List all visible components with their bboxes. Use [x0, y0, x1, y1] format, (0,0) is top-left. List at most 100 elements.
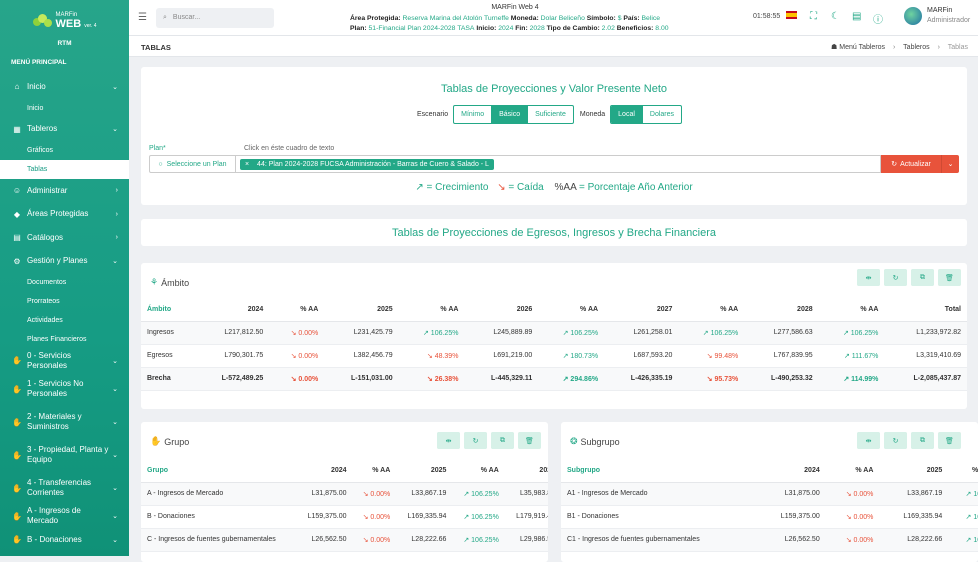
table-row[interactable]: C1 - Ingresos de fuentes gubernamentales… — [561, 528, 978, 552]
help-icon[interactable]: ⓘ — [873, 11, 883, 26]
expand-button[interactable]: ⇹ — [437, 432, 460, 449]
moneda-option-dolares[interactable]: Dolares — [643, 106, 681, 123]
table-row[interactable]: Ingresos L217,812.50 ↘ 0.00% L231,425.79 ↗ 1… — [141, 321, 967, 345]
table-row[interactable]: C - Ingresos de fuentes gubernamentales L… — [141, 528, 548, 552]
plan-tag[interactable]: × 44: Plan 2024-2028 FUCSA Administració… — [240, 158, 494, 170]
column-header[interactable]: 2028 — [744, 299, 819, 322]
sidebar-item-catalogos[interactable]: ▤ Catálogos › — [0, 226, 129, 250]
column-header[interactable]: % AA — [269, 299, 325, 322]
fullscreen-icon[interactable]: ⛶ — [810, 11, 817, 22]
table-cell: ↗ 106.25% — [452, 482, 505, 506]
update-button[interactable]: ↻ Actualizar — [881, 155, 941, 173]
trend-down-icon: ↘ — [426, 375, 435, 383]
sidebar-item-1-servicios-no-personales[interactable]: ✋ 1 - Servicios No Personales ⌄ — [0, 373, 129, 406]
select-plan-button[interactable]: ○ Seleccione un Plan — [149, 155, 236, 173]
refresh-button[interactable]: ↻ — [884, 269, 907, 286]
copy-button[interactable]: ⧉ — [911, 432, 934, 449]
trash-button[interactable]: 🗑 — [518, 432, 541, 449]
column-header[interactable]: 2026 — [504, 460, 548, 483]
sidebar-item-areas-protegidas[interactable]: ◆ Áreas Protegidas › — [0, 203, 129, 227]
column-header[interactable]: 2024 — [296, 460, 353, 483]
sidebar-item-tableros[interactable]: ▦ Tableros ⌄ — [0, 118, 129, 142]
refresh-button[interactable]: ↻ — [884, 432, 907, 449]
escenario-option-basico[interactable]: Básico — [492, 106, 529, 123]
column-header[interactable]: Grupo — [141, 460, 297, 483]
sidebar-item-4-transferencias-corrientes[interactable]: ✋ 4 - Transferencias Corrientes ⌄ — [0, 472, 129, 505]
sidebar-item-inicio[interactable]: Inicio — [0, 99, 129, 118]
trash-button[interactable]: 🗑 — [938, 432, 961, 449]
pct-value: 106.25% — [710, 329, 739, 337]
column-header[interactable]: 2024 — [756, 460, 826, 483]
hamburger-menu-icon[interactable]: ☰ — [138, 12, 148, 23]
column-header[interactable]: 2025 — [396, 460, 453, 483]
escenario-option-suficiente[interactable]: Suficiente — [528, 106, 573, 123]
column-header[interactable]: 2026 — [464, 299, 539, 322]
sidebar-item-inicio[interactable]: ⌂ Inicio ⌄ — [0, 75, 129, 99]
table-row[interactable]: B1 - Donaciones L159,375.00 ↘ 0.00% L169,33… — [561, 505, 978, 529]
column-header[interactable]: Subgrupo — [561, 460, 757, 483]
column-header[interactable]: Total — [884, 299, 967, 322]
hand-coin-icon: ✋ — [12, 450, 22, 460]
column-header[interactable]: % AA — [678, 299, 745, 322]
column-header[interactable]: 2025 — [879, 460, 949, 483]
projections-title: Tablas de Proyecciones y Valor Presente … — [440, 83, 668, 95]
plan-input[interactable]: × 44: Plan 2024-2028 FUCSA Administració… — [236, 155, 881, 173]
sidebar-item-documentos[interactable]: Documentos — [0, 273, 129, 292]
column-header[interactable]: % AA — [818, 299, 885, 322]
column-header[interactable]: % AA — [352, 460, 397, 483]
sidebar-item-2-materiales-y-suministros[interactable]: ✋ 2 - Materiales y Suministros ⌄ — [0, 406, 129, 439]
document-icon[interactable]: ▤ — [852, 11, 861, 22]
column-header[interactable]: 2024 — [194, 299, 270, 322]
update-dropdown-button[interactable]: ⌄ — [941, 155, 959, 173]
expand-button[interactable]: ⇹ — [857, 432, 880, 449]
sidebar-item-tablas[interactable]: Tablas — [0, 160, 129, 179]
expand-button[interactable]: ⇹ — [857, 269, 880, 286]
moneda-label: Moneda — [579, 111, 606, 118]
moneda-option-local[interactable]: Local — [611, 106, 643, 123]
search-input[interactable]: ⌕ Buscar... — [156, 7, 274, 28]
column-header[interactable]: % A — [948, 460, 978, 483]
table-row[interactable]: A - Ingresos de Mercado L31,875.00 ↘ 0.00%… — [141, 482, 548, 506]
user-menu[interactable]: MARFin Administrador — [904, 6, 970, 26]
refresh-button[interactable]: ↻ — [464, 432, 487, 449]
trend-up-icon: ↗ — [463, 536, 472, 544]
table-row[interactable]: A1 - Ingresos de Mercado L31,875.00 ↘ 0.00… — [561, 482, 978, 506]
moon-icon[interactable]: ☾ — [831, 11, 840, 22]
table-row[interactable]: Brecha L-572,489.25 ↘ 0.00% L-151,031.00 ↘ 2… — [141, 367, 967, 391]
sidebar-item-b-donaciones[interactable]: ✋ B - Donaciones ⌄ — [0, 528, 129, 552]
sidebar-item-3-propiedad-planta-y-equipo[interactable]: ✋ 3 - Propiedad, Planta y Equipo ⌄ — [0, 439, 129, 472]
table-cell: Egresos — [141, 344, 195, 368]
escenario-option-minimo[interactable]: Mínimo — [454, 106, 493, 123]
trend-up-icon: ↗ — [842, 329, 851, 337]
sidebar-item-a-ingresos-de-mercado[interactable]: ✋ A - Ingresos de Mercado ⌄ — [0, 505, 129, 529]
spain-flag-icon[interactable] — [786, 11, 797, 21]
sidebar-item-graficos[interactable]: Gráficos — [0, 141, 129, 160]
sidebar-item-0-servicios-personales[interactable]: ✋ 0 - Servicios Personales ⌄ — [0, 349, 129, 373]
sidebar-item-prorrateos[interactable]: Prorrateos — [0, 292, 129, 311]
copy-button[interactable]: ⧉ — [911, 269, 934, 286]
column-header[interactable]: 2025 — [324, 299, 399, 322]
breadcrumb-home[interactable]: Menú Tableros — [839, 44, 885, 51]
remove-tag-icon[interactable]: × — [245, 161, 249, 168]
app-logo[interactable]: MARFin WEB ver. 4 — [0, 0, 129, 36]
column-header[interactable]: Ámbito — [141, 299, 195, 322]
table-row[interactable]: Egresos L790,301.75 ↘ 0.00% L382,456.79 ↘ 48… — [141, 344, 967, 368]
breadcrumb-tableros[interactable]: Tableros — [903, 44, 929, 51]
sidebar-item-planes-financieros[interactable]: Planes Financieros — [0, 330, 129, 349]
search-icon: ⌕ — [163, 13, 167, 21]
sidebar-item-gestion-y-planes[interactable]: ⚙ Gestión y Planes ⌄ — [0, 250, 129, 274]
page-title: TABLAS — [141, 43, 171, 52]
column-header[interactable]: % AA — [452, 460, 505, 483]
copy-button[interactable]: ⧉ — [491, 432, 514, 449]
trash-button[interactable]: 🗑 — [938, 269, 961, 286]
column-header[interactable]: % AA — [825, 460, 880, 483]
column-header[interactable]: 2027 — [604, 299, 679, 322]
table-row[interactable]: B - Donaciones L159,375.00 ↘ 0.00% L169,335… — [141, 505, 548, 529]
pct-value: 106 — [973, 536, 978, 544]
book-icon: ▤ — [13, 233, 21, 243]
sidebar-item-actividades[interactable]: Actividades — [0, 311, 129, 330]
column-header[interactable]: % AA — [538, 299, 605, 322]
table-cell: L-426,335.19 — [604, 367, 679, 391]
sidebar-item-administrar[interactable]: ☺ Administrar › — [0, 179, 129, 203]
column-header[interactable]: % AA — [398, 299, 465, 322]
